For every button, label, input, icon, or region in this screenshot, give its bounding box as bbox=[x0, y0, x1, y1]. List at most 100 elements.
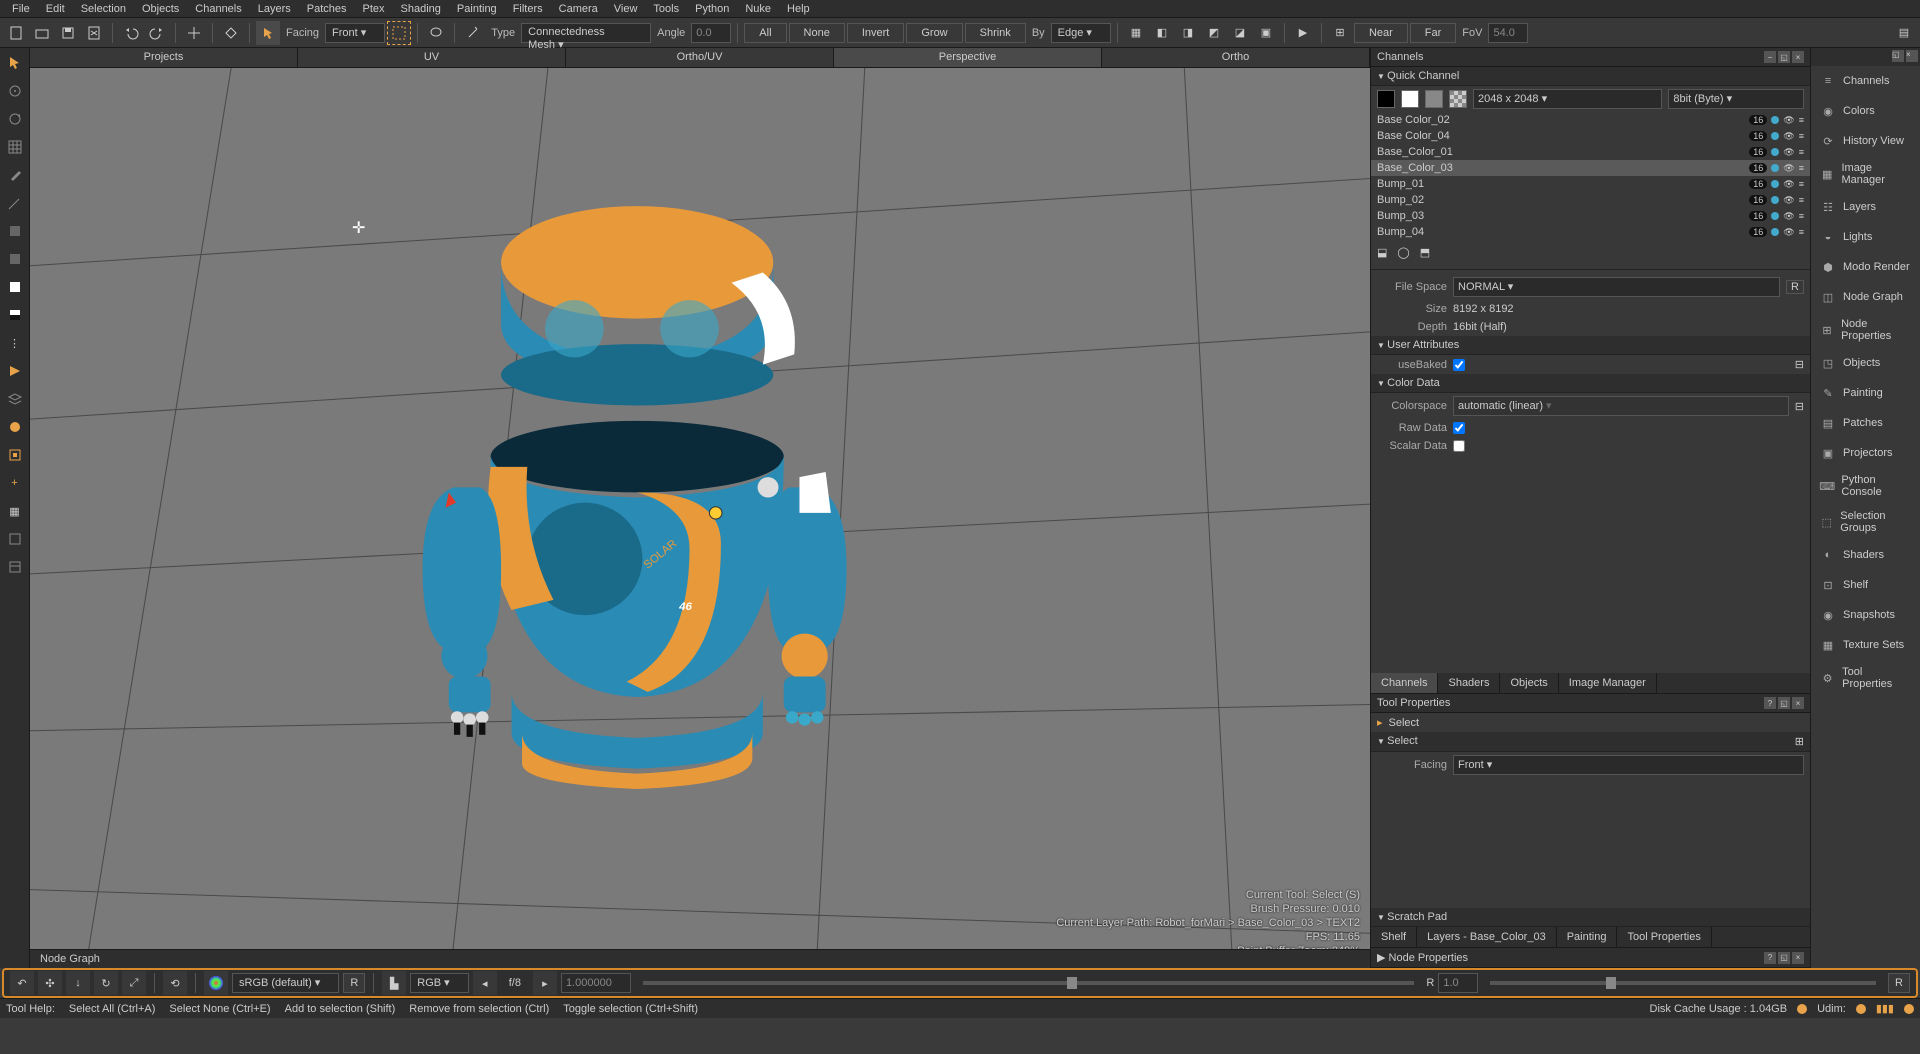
filespace-select[interactable]: NORMAL ▾ bbox=[1453, 277, 1780, 297]
layers-icon[interactable] bbox=[4, 388, 26, 410]
palette-item-node-properties[interactable]: ⊞Node Properties bbox=[1811, 312, 1920, 348]
usebaked-more-icon[interactable]: ⊟ bbox=[1795, 358, 1804, 371]
far-button[interactable]: Far bbox=[1410, 23, 1457, 43]
quick-depth-select[interactable]: 8bit (Byte) ▾ bbox=[1668, 89, 1804, 109]
palette-item-tool-properties[interactable]: ⚙Tool Properties bbox=[1811, 660, 1920, 696]
menu-filters[interactable]: Filters bbox=[505, 3, 551, 15]
tool-e-icon[interactable]: ◪ bbox=[1228, 21, 1252, 45]
play-icon[interactable]: ▶ bbox=[1291, 21, 1315, 45]
palette-item-python-console[interactable]: ⌨Python Console bbox=[1811, 468, 1920, 504]
scratchpad-header[interactable]: Scratch Pad bbox=[1371, 908, 1810, 927]
menu-ptex[interactable]: Ptex bbox=[355, 3, 393, 15]
subtab-imagemgr[interactable]: Image Manager bbox=[1559, 673, 1657, 693]
swatch-black[interactable] bbox=[1377, 90, 1395, 108]
palette-item-objects[interactable]: ◳Objects bbox=[1811, 348, 1920, 378]
bb-gain-slider[interactable] bbox=[643, 981, 1414, 985]
channel-eye-icon[interactable]: 👁 bbox=[1783, 115, 1794, 126]
viewport[interactable]: 46 SOLAR bbox=[30, 68, 1370, 968]
menu-tools[interactable]: Tools bbox=[645, 3, 687, 15]
grid-icon[interactable] bbox=[4, 136, 26, 158]
palette-item-painting[interactable]: ✎Painting bbox=[1811, 378, 1920, 408]
bb-colorwheel-icon[interactable] bbox=[204, 971, 228, 995]
bb-prev-icon[interactable]: ◂ bbox=[473, 971, 497, 995]
nav-icon[interactable] bbox=[219, 21, 243, 45]
close-doc-icon[interactable] bbox=[82, 21, 106, 45]
bw-square-icon[interactable] bbox=[4, 304, 26, 326]
swatch-gray[interactable] bbox=[1425, 90, 1443, 108]
menu-painting[interactable]: Painting bbox=[449, 3, 505, 15]
palette-item-lights[interactable]: ◒Lights bbox=[1811, 222, 1920, 252]
tp-close-icon[interactable]: × bbox=[1792, 697, 1804, 709]
grow-button[interactable]: Grow bbox=[906, 23, 962, 43]
palette-item-shaders[interactable]: ◐Shaders bbox=[1811, 540, 1920, 570]
channel-row[interactable]: Base_Color_0316 👁 ≡ bbox=[1371, 160, 1810, 176]
bb-gain-input[interactable] bbox=[561, 973, 631, 993]
select-tool-icon[interactable] bbox=[4, 52, 26, 74]
menu-nuke[interactable]: Nuke bbox=[737, 3, 779, 15]
tab-projects[interactable]: Projects bbox=[30, 48, 298, 67]
palette-item-history-view[interactable]: ⟳History View bbox=[1811, 126, 1920, 156]
chan-btn-b-icon[interactable]: ◯ bbox=[1397, 246, 1409, 259]
tool-a-icon[interactable]: ▦ bbox=[1124, 21, 1148, 45]
menu-objects[interactable]: Objects bbox=[134, 3, 187, 15]
orange-box-icon[interactable] bbox=[4, 444, 26, 466]
palette-item-shelf[interactable]: ⊡Shelf bbox=[1811, 570, 1920, 600]
rotate-icon[interactable] bbox=[4, 108, 26, 130]
np-pop-icon[interactable]: ◱ bbox=[1778, 952, 1790, 964]
tab-perspective[interactable]: Perspective bbox=[834, 48, 1102, 67]
bb-reset-icon[interactable]: ⟲ bbox=[163, 971, 187, 995]
menu-camera[interactable]: Camera bbox=[551, 3, 606, 15]
quick-channel-header[interactable]: Quick Channel bbox=[1371, 67, 1810, 86]
tool-c-icon[interactable]: ◨ bbox=[1176, 21, 1200, 45]
channel-row[interactable]: Bump_0116 👁 ≡ bbox=[1371, 176, 1810, 192]
wand-icon[interactable] bbox=[461, 21, 485, 45]
undo-icon[interactable] bbox=[119, 21, 143, 45]
bb-expand-icon[interactable]: ⤢ bbox=[122, 971, 146, 995]
panel-pop-icon[interactable]: ◱ bbox=[1778, 51, 1790, 63]
palette-item-channels[interactable]: ≡Channels bbox=[1811, 66, 1920, 96]
tool-g-icon[interactable]: ⊞ bbox=[1328, 21, 1352, 45]
square2-icon[interactable] bbox=[4, 248, 26, 270]
panel-min-icon[interactable]: − bbox=[1764, 51, 1776, 63]
tp-select-section[interactable]: Select ⊞ bbox=[1371, 732, 1810, 752]
channel-row[interactable]: Base_Color_0116 👁 ≡ bbox=[1371, 144, 1810, 160]
box-icon[interactable] bbox=[4, 528, 26, 550]
bb-refresh-icon[interactable]: ↻ bbox=[94, 971, 118, 995]
dots-icon[interactable]: ⋮ bbox=[4, 332, 26, 354]
palette-item-texture-sets[interactable]: ▦Texture Sets bbox=[1811, 630, 1920, 660]
bb-r-button[interactable]: R bbox=[343, 973, 365, 993]
palette-item-selection-groups[interactable]: ⬚Selection Groups bbox=[1811, 504, 1920, 540]
quick-size-select[interactable]: 2048 x 2048 ▾ bbox=[1473, 89, 1662, 109]
rawdata-check[interactable] bbox=[1453, 422, 1465, 434]
menu-shading[interactable]: Shading bbox=[393, 3, 449, 15]
tool-f-icon[interactable]: ▣ bbox=[1254, 21, 1278, 45]
bb-down-icon[interactable]: ↓ bbox=[66, 971, 90, 995]
facing-select[interactable]: Front ▾ bbox=[325, 23, 385, 43]
subtab-shaders[interactable]: Shaders bbox=[1438, 673, 1500, 693]
channel-eye-icon[interactable]: 👁 bbox=[1783, 147, 1794, 158]
orange-circle-icon[interactable] bbox=[4, 416, 26, 438]
channel-eye-icon[interactable]: 👁 bbox=[1783, 195, 1794, 206]
scalardata-check[interactable] bbox=[1453, 440, 1465, 452]
tool-d-icon[interactable]: ◩ bbox=[1202, 21, 1226, 45]
channel-eye-icon[interactable]: 👁 bbox=[1783, 179, 1794, 190]
channel-eye-icon[interactable]: 👁 bbox=[1783, 227, 1794, 238]
menu-selection[interactable]: Selection bbox=[73, 3, 134, 15]
tp-pop-icon[interactable]: ◱ bbox=[1778, 697, 1790, 709]
lasso-icon[interactable] bbox=[424, 21, 448, 45]
scratch-tab-layers[interactable]: Layers - Base_Color_03 bbox=[1417, 927, 1557, 947]
by-select[interactable]: Edge ▾ bbox=[1051, 23, 1111, 43]
tab-uv[interactable]: UV bbox=[298, 48, 566, 67]
menu-layers[interactable]: Layers bbox=[250, 3, 299, 15]
square-icon[interactable] bbox=[4, 220, 26, 242]
bb-colorspace-select[interactable]: sRGB (default) ▾ bbox=[232, 973, 339, 993]
dropper-icon[interactable] bbox=[4, 192, 26, 214]
tp-add-icon[interactable]: ⊞ bbox=[1795, 735, 1804, 748]
brush-icon[interactable] bbox=[4, 164, 26, 186]
bb-undo-icon[interactable]: ↶ bbox=[10, 971, 34, 995]
menu-edit[interactable]: Edit bbox=[38, 3, 73, 15]
all-button[interactable]: All bbox=[744, 23, 786, 43]
tp-facing-select[interactable]: Front ▾ bbox=[1453, 755, 1804, 775]
swatch-white[interactable] bbox=[1401, 90, 1419, 108]
panel-close-icon[interactable]: × bbox=[1792, 51, 1804, 63]
